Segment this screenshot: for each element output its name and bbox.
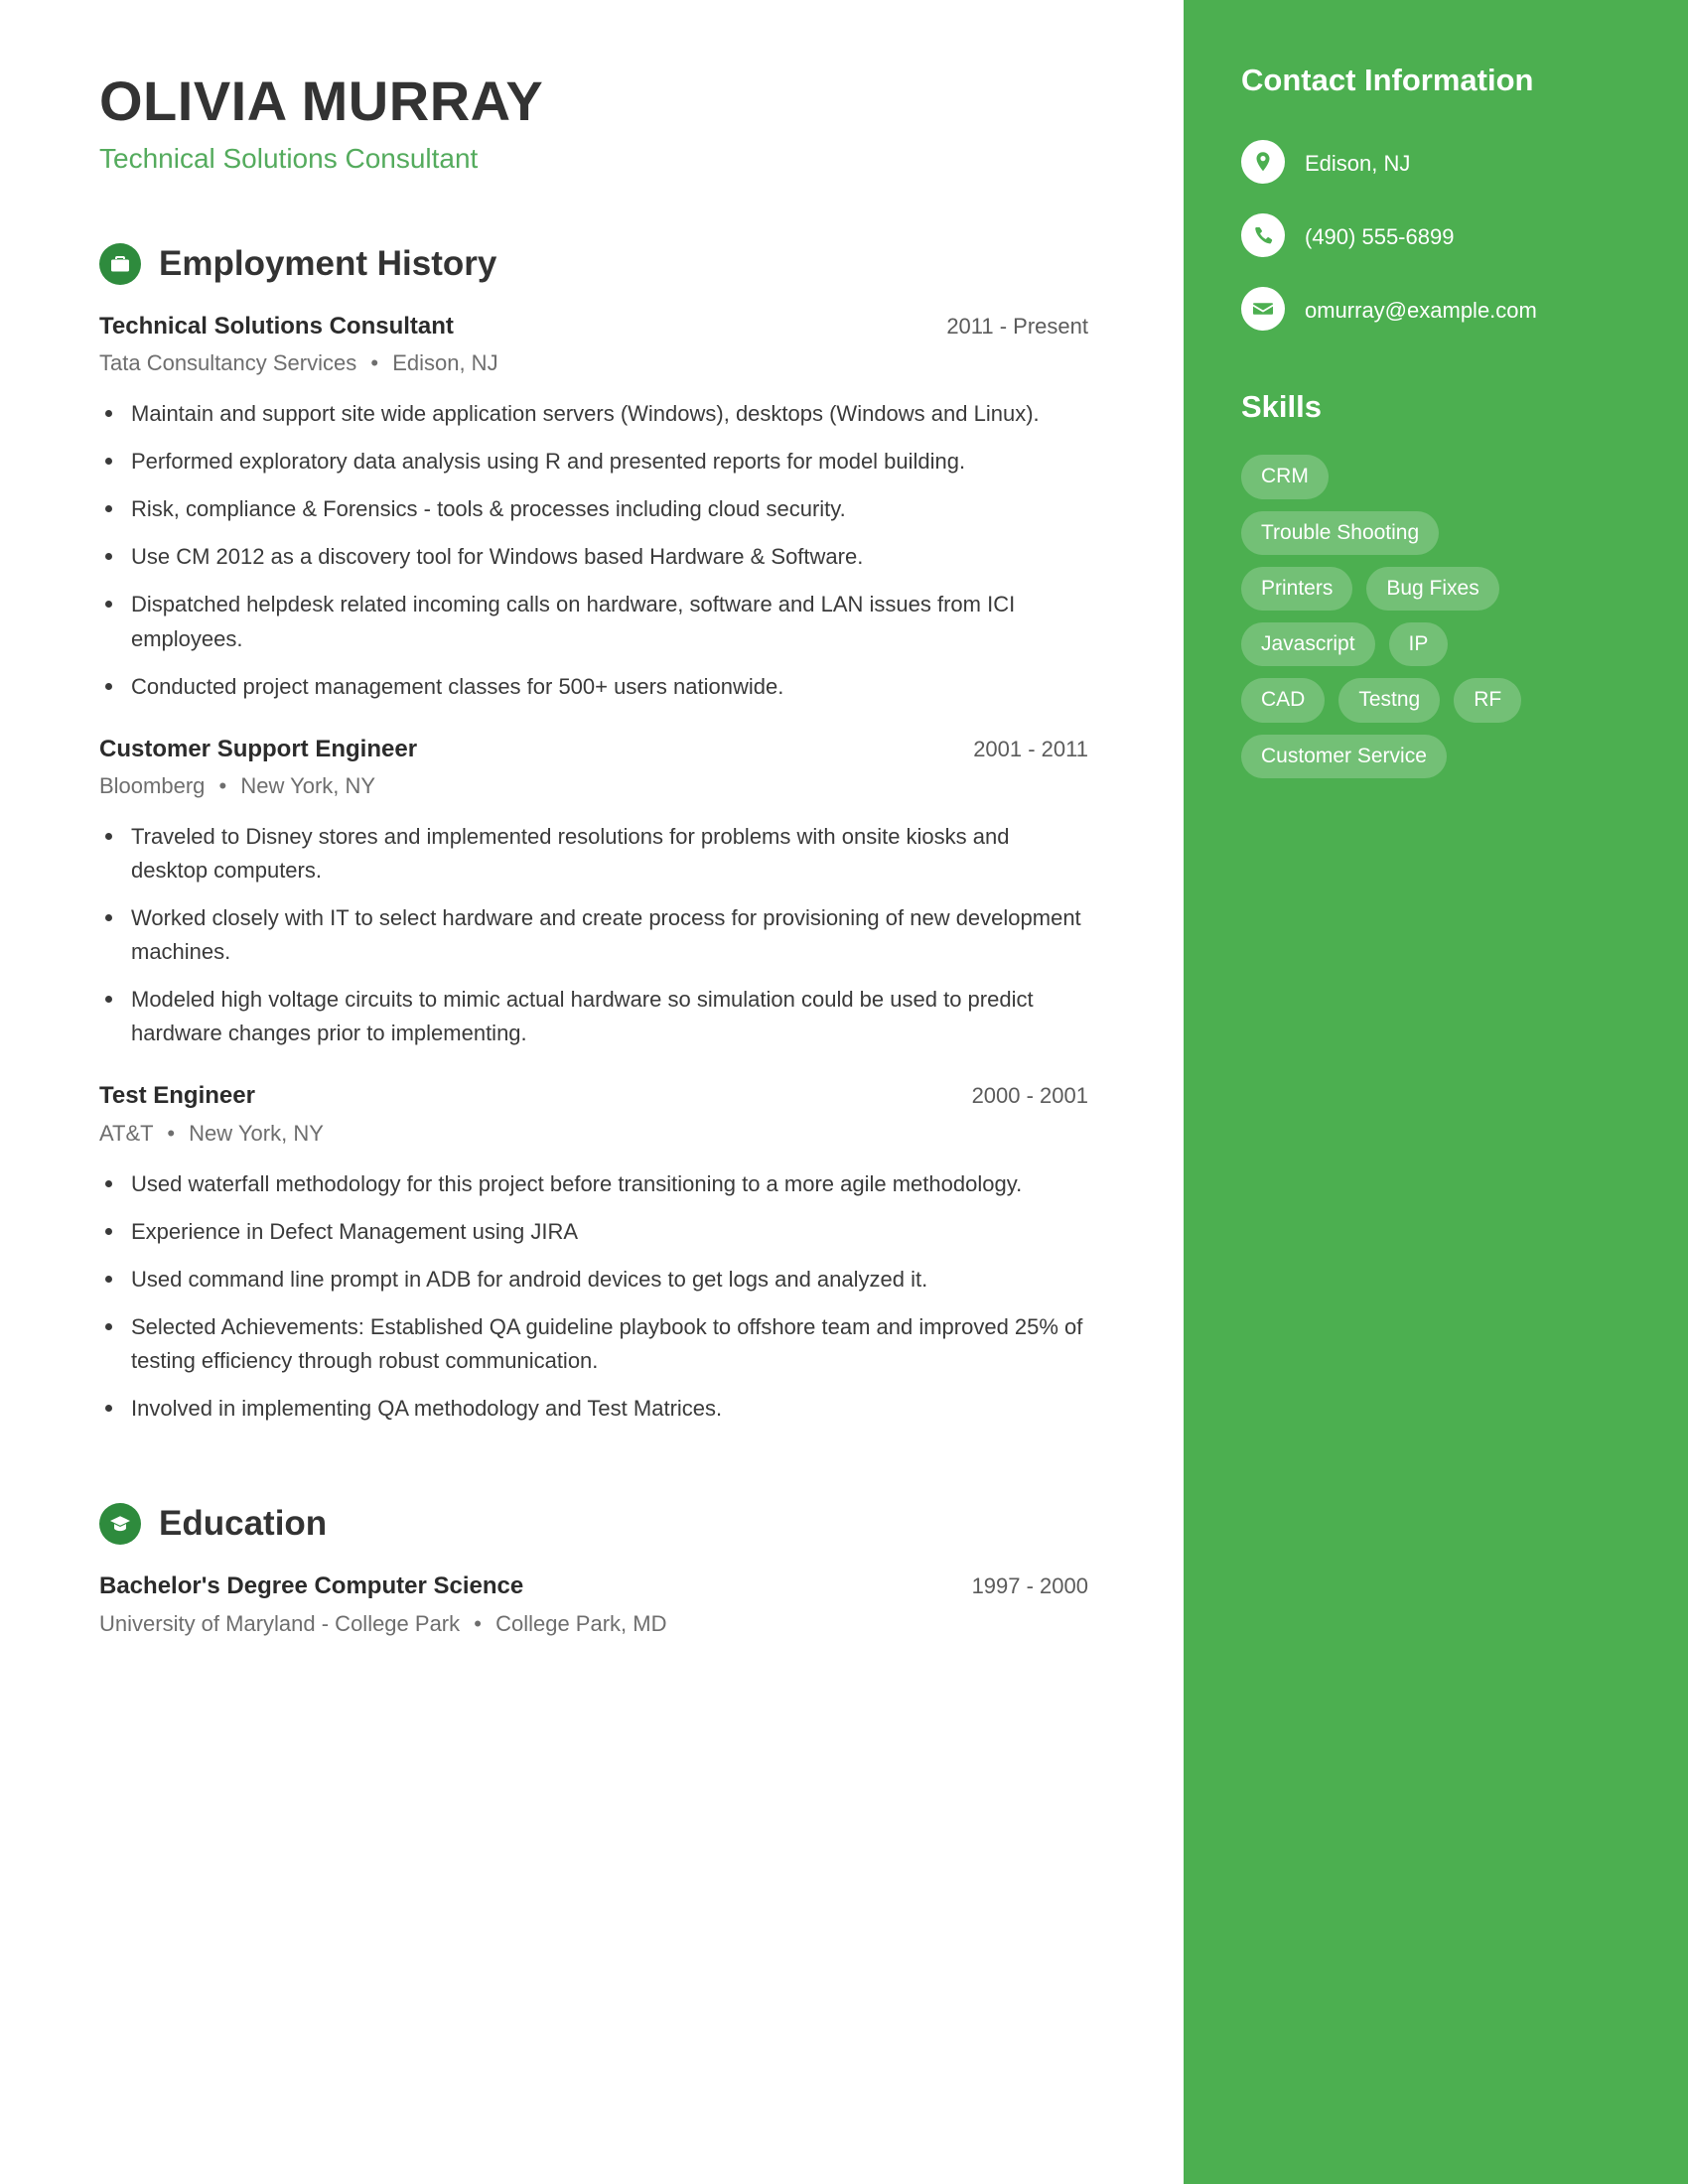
- entry-meta: University of Maryland - College Park • …: [99, 1609, 1088, 1640]
- skills-title: Skills: [1241, 389, 1322, 425]
- bullet-item: Conducted project management classes for…: [99, 670, 1088, 704]
- entry-role: Technical Solutions Consultant: [99, 312, 454, 340]
- bullet-item: Dispatched helpdesk related incoming cal…: [99, 588, 1088, 655]
- meta-separator: •: [218, 773, 227, 799]
- location-pin-icon: [1241, 140, 1285, 185]
- bullet-item: Used command line prompt in ADB for andr…: [99, 1263, 1088, 1297]
- education-school: University of Maryland - College Park: [99, 1610, 461, 1636]
- education-section-header: Education: [99, 1503, 1088, 1546]
- meta-separator: •: [370, 350, 379, 376]
- envelope-icon: [1241, 287, 1285, 332]
- contact-phone-value: (490) 555-6899: [1305, 224, 1455, 250]
- candidate-headline: Technical Solutions Consultant: [99, 143, 479, 175]
- skill-pill: Javascript: [1241, 622, 1375, 667]
- bullet-item: Used waterfall methodology for this proj…: [99, 1167, 1088, 1201]
- entry-header-row: Technical Solutions Consultant 2011 - Pr…: [99, 311, 1088, 342]
- entry-dates: 2011 - Present: [946, 313, 1088, 339]
- employment-entry: Test Engineer 2000 - 2001 AT&T • New Yor…: [99, 1080, 1088, 1426]
- bullet-item: Risk, compliance & Forensics - tools & p…: [99, 492, 1088, 526]
- employment-entry: Customer Support Engineer 2001 - 2011 Bl…: [99, 734, 1088, 1051]
- entry-meta: Tata Consultancy Services • Edison, NJ: [99, 348, 1088, 379]
- bullet-item: Performed exploratory data analysis usin…: [99, 445, 1088, 478]
- skill-pill: CAD: [1241, 678, 1326, 723]
- bullet-item: Worked closely with IT to select hardwar…: [99, 901, 1088, 969]
- bullet-item: Use CM 2012 as a discovery tool for Wind…: [99, 540, 1088, 574]
- entry-company: AT&T: [99, 1120, 154, 1146]
- entry-role: Test Engineer: [99, 1082, 255, 1110]
- entry-bullets: Traveled to Disney stores and implemente…: [99, 820, 1088, 1051]
- entry-meta: AT&T • New York, NY: [99, 1119, 1088, 1150]
- education-degree: Bachelor's Degree Computer Science: [99, 1572, 524, 1600]
- entry-dates: 2000 - 2001: [971, 1083, 1088, 1109]
- entry-meta: Bloomberg • New York, NY: [99, 771, 1088, 802]
- entry-header-row: Customer Support Engineer 2001 - 2011: [99, 734, 1088, 765]
- meta-separator: •: [474, 1610, 482, 1636]
- skills-list: CRM Trouble Shooting Printers Bug Fixes …: [1241, 455, 1529, 778]
- graduation-cap-icon: [99, 1503, 141, 1546]
- bullet-item: Involved in implementing QA methodology …: [99, 1392, 1088, 1426]
- skill-pill: Trouble Shooting: [1241, 510, 1440, 555]
- bullet-item: Modeled high voltage circuits to mimic a…: [99, 983, 1088, 1050]
- entry-bullets: Maintain and support site wide applicati…: [99, 397, 1088, 704]
- employment-entries: Technical Solutions Consultant 2011 - Pr…: [99, 311, 1088, 1426]
- employment-entry: Technical Solutions Consultant 2011 - Pr…: [99, 311, 1088, 704]
- bullet-item: Traveled to Disney stores and implemente…: [99, 820, 1088, 887]
- skill-pill: CRM: [1241, 455, 1329, 499]
- sidebar: Contact Information Edison, NJ (490) 555…: [1184, 0, 1688, 2184]
- skill-pill: RF: [1454, 678, 1522, 723]
- entry-location: New York, NY: [189, 1120, 324, 1146]
- skill-pill: Customer Service: [1241, 734, 1447, 778]
- meta-separator: •: [167, 1120, 176, 1146]
- main-column: OLIVIA MURRAY Technical Solutions Consul…: [0, 0, 1184, 2184]
- entry-header-row: Bachelor's Degree Computer Science 1997 …: [99, 1570, 1088, 1602]
- skill-pill: Printers: [1241, 566, 1353, 612]
- briefcase-icon: [99, 242, 141, 285]
- skill-pill: IP: [1388, 622, 1449, 667]
- phone-icon: [1241, 213, 1285, 258]
- entry-company: Bloomberg: [99, 773, 206, 799]
- contact-location-value: Edison, NJ: [1305, 151, 1411, 177]
- contact-item-phone: (490) 555-6899: [1241, 213, 1642, 258]
- contact-information-title: Contact Information: [1241, 63, 1534, 97]
- entry-header-row: Test Engineer 2000 - 2001: [99, 1080, 1088, 1112]
- entry-location: New York, NY: [240, 773, 376, 799]
- candidate-name: OLIVIA MURRAY: [99, 69, 544, 132]
- bullet-item: Experience in Defect Management using JI…: [99, 1215, 1088, 1249]
- education-location: College Park, MD: [495, 1610, 667, 1636]
- skill-pill: Testng: [1338, 678, 1441, 723]
- employment-section-header: Employment History: [99, 242, 1088, 285]
- contact-email-value: omurray@example.com: [1305, 298, 1537, 324]
- skill-pill: Bug Fixes: [1366, 566, 1499, 612]
- education-dates: 1997 - 2000: [971, 1573, 1088, 1599]
- bullet-item: Selected Achievements: Established QA gu…: [99, 1310, 1088, 1378]
- education-entry: Bachelor's Degree Computer Science 1997 …: [99, 1570, 1088, 1639]
- entry-location: Edison, NJ: [392, 350, 498, 376]
- resume-page: OLIVIA MURRAY Technical Solutions Consul…: [0, 0, 1688, 2184]
- entry-company: Tata Consultancy Services: [99, 350, 357, 376]
- education-section-title: Education: [159, 1503, 328, 1543]
- bullet-item: Maintain and support site wide applicati…: [99, 397, 1088, 431]
- entry-bullets: Used waterfall methodology for this proj…: [99, 1167, 1088, 1427]
- education-entries: Bachelor's Degree Computer Science 1997 …: [99, 1570, 1088, 1639]
- contact-item-email: omurray@example.com: [1241, 287, 1642, 332]
- entry-dates: 2001 - 2011: [973, 736, 1088, 761]
- entry-role: Customer Support Engineer: [99, 735, 418, 762]
- employment-section-title: Employment History: [159, 243, 497, 283]
- contact-item-location: Edison, NJ: [1241, 140, 1642, 185]
